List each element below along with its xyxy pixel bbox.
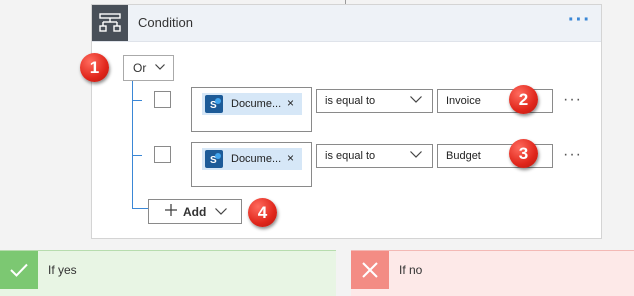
value-text: Budget [446, 150, 481, 162]
condition-more-menu-icon[interactable]: ··· [568, 10, 591, 30]
condition-header[interactable]: Condition ··· [92, 5, 601, 42]
if-no-label: If no [399, 263, 423, 277]
sharepoint-icon: S [205, 150, 223, 168]
token-label: Docume... [231, 98, 282, 110]
callout-marker: 2 [509, 85, 538, 114]
close-icon[interactable]: × [287, 96, 294, 110]
token-label: Docume... [231, 153, 282, 165]
if-no-branch[interactable]: If no [351, 250, 634, 296]
plus-icon [165, 203, 177, 221]
dynamic-content-token[interactable]: S Docume... × [202, 93, 302, 115]
row-more-icon[interactable]: ··· [563, 91, 582, 109]
chevron-down-icon [215, 208, 227, 215]
condition-title: Condition [138, 15, 193, 30]
operator-dropdown[interactable]: is equal to [316, 89, 433, 113]
condition-left-operand[interactable]: S Docume... × [191, 87, 312, 132]
row-more-icon[interactable]: ··· [563, 146, 582, 164]
close-icon [351, 251, 389, 289]
callout-marker: 4 [248, 198, 277, 227]
condition-icon [92, 5, 128, 41]
value-text: Invoice [446, 95, 481, 107]
group-tree-branch [132, 155, 142, 156]
if-yes-branch[interactable]: If yes [0, 250, 336, 296]
group-operator-dropdown[interactable]: Or [123, 55, 174, 81]
row-select-checkbox[interactable] [154, 91, 171, 108]
checkmark-icon [0, 251, 38, 289]
sharepoint-icon: S [205, 95, 223, 113]
if-yes-label: If yes [48, 263, 77, 277]
operator-dropdown[interactable]: is equal to [316, 144, 433, 168]
operator-value: is equal to [325, 150, 376, 162]
add-button-label: Add [183, 204, 207, 219]
group-tree-branch [132, 208, 148, 209]
operator-value: is equal to [325, 95, 376, 107]
row-select-checkbox[interactable] [154, 146, 171, 163]
close-icon[interactable]: × [287, 151, 294, 165]
callout-marker: 3 [509, 139, 538, 168]
flow-designer-canvas: Condition ··· Or S Docume... × is equal … [0, 0, 634, 296]
condition-left-operand[interactable]: S Docume... × [191, 142, 312, 187]
chevron-down-icon [155, 64, 165, 70]
dynamic-content-token[interactable]: S Docume... × [202, 148, 302, 170]
group-operator-value: Or [133, 61, 147, 75]
chevron-down-icon [410, 96, 422, 103]
add-button[interactable]: Add [148, 199, 242, 224]
group-tree-branch [132, 100, 142, 101]
chevron-down-icon [410, 151, 422, 158]
callout-marker: 1 [80, 53, 109, 82]
